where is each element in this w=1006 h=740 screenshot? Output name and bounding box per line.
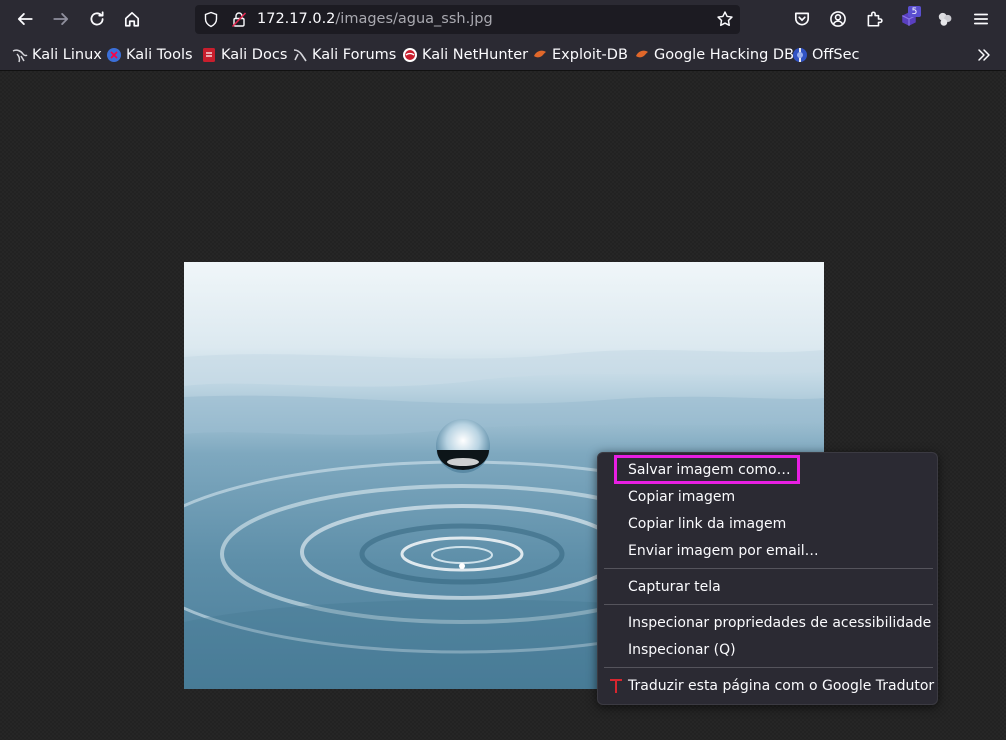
menu-separator	[604, 667, 933, 668]
nethunter-icon	[402, 47, 418, 63]
menu-item-inspect-accessibility[interactable]: Inspecionar propriedades de acessibilida…	[628, 612, 931, 634]
menu-item-copy-image[interactable]: Copiar imagem	[628, 486, 735, 508]
bookmark-kali-forums[interactable]: Kali Forums	[292, 45, 396, 65]
reload-icon	[90, 11, 104, 26]
extension-blob-icon	[938, 12, 952, 26]
hamburger-menu-icon	[973, 13, 989, 25]
menu-item-save-image[interactable]: Salvar imagem como…	[628, 459, 791, 481]
kali-forums-icon	[292, 47, 308, 63]
bookmark-kali-docs[interactable]: Kali Docs	[201, 45, 287, 65]
kali-dragon-icon	[12, 47, 28, 63]
kali-docs-icon	[201, 47, 217, 63]
bookmark-label: Kali Tools	[126, 47, 193, 63]
exploit-db-icon	[532, 47, 548, 63]
url-text[interactable]: 172.17.0.2/images/agua_ssh.jpg	[257, 11, 493, 27]
bookmark-star-icon[interactable]	[716, 10, 734, 28]
url-path: /images/agua_ssh.jpg	[335, 11, 493, 27]
google-translate-icon	[610, 679, 622, 693]
menu-item-copy-image-link[interactable]: Copiar link da imagem	[628, 513, 786, 535]
account-button[interactable]	[822, 4, 854, 34]
arrow-left-icon	[17, 13, 33, 25]
menu-item-inspect[interactable]: Inspecionar (Q)	[628, 639, 736, 661]
home-button[interactable]	[116, 4, 148, 34]
bookmark-label: Kali NetHunter	[422, 47, 529, 63]
bookmark-label: Exploit-DB	[552, 47, 628, 63]
back-button[interactable]	[9, 4, 41, 34]
extensions-button[interactable]	[858, 4, 890, 34]
forward-button[interactable]	[45, 4, 77, 34]
bookmark-kali-tools[interactable]: Kali Tools	[106, 45, 193, 65]
menu-item-translate-page[interactable]: Traduzir esta página com o Google Tradut…	[628, 675, 934, 697]
navigation-toolbar: 172.17.0.2/images/agua_ssh.jpg 5	[0, 0, 1006, 40]
url-bar[interactable]: 172.17.0.2/images/agua_ssh.jpg	[195, 5, 740, 34]
offsec-icon	[792, 47, 808, 63]
pocket-icon	[794, 12, 810, 26]
bookmark-kali-nethunter[interactable]: Kali NetHunter	[402, 45, 528, 65]
ghdb-icon	[634, 47, 650, 63]
extension-badge: 5	[908, 6, 921, 17]
bookmark-offsec[interactable]: OffSec	[792, 45, 860, 65]
menu-button[interactable]	[965, 4, 997, 34]
account-icon	[830, 11, 846, 27]
bookmark-label: OffSec	[812, 47, 860, 63]
bookmark-label: Kali Linux	[32, 47, 102, 63]
bookmark-label: Google Hacking DB	[654, 47, 795, 63]
bookmark-label: Kali Docs	[221, 47, 288, 63]
bookmark-exploit-db[interactable]: Exploit-DB	[532, 45, 628, 65]
insecure-lock-icon[interactable]	[231, 11, 247, 28]
shield-icon[interactable]	[203, 11, 219, 28]
url-host: 172.17.0.2	[257, 11, 336, 27]
menu-item-take-screenshot[interactable]: Capturar tela	[628, 576, 721, 598]
arrow-right-icon	[53, 13, 69, 25]
image-context-menu: Salvar imagem como… Copiar imagem Copiar…	[597, 452, 938, 705]
bookmark-label: Kali Forums	[312, 47, 397, 63]
menu-separator	[604, 568, 933, 569]
kali-tools-icon	[106, 47, 122, 63]
home-icon	[124, 11, 140, 27]
menu-separator	[604, 604, 933, 605]
extension-2-button[interactable]	[929, 4, 961, 34]
chevron-double-right-icon[interactable]	[976, 47, 992, 63]
bookmark-kali-linux[interactable]: Kali Linux	[12, 45, 102, 65]
bookmarks-toolbar: Kali Linux Kali Tools Kali Docs Kali For…	[0, 40, 1006, 71]
bookmark-google-hacking-db[interactable]: Google Hacking DB	[634, 45, 794, 65]
reload-button[interactable]	[81, 4, 113, 34]
puzzle-icon	[867, 11, 883, 27]
menu-item-email-image[interactable]: Enviar imagem por email…	[628, 540, 819, 562]
pocket-button[interactable]	[786, 4, 818, 34]
